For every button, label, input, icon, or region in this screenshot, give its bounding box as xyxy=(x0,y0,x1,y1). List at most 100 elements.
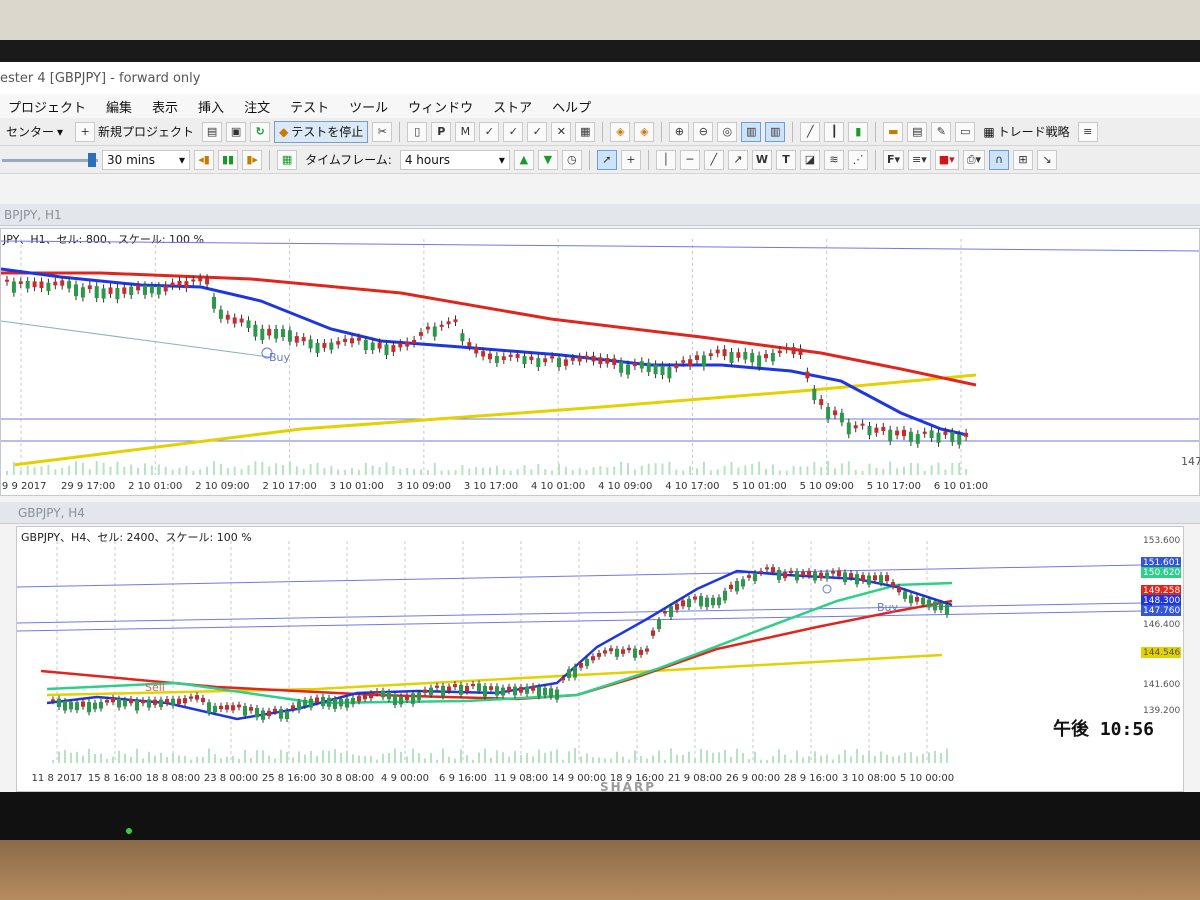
menu-order[interactable]: 注文 xyxy=(236,97,282,116)
separator xyxy=(792,121,794,142)
candle-body xyxy=(453,684,457,688)
cursor-icon[interactable]: ➚ xyxy=(596,149,617,170)
w-icon[interactable]: W xyxy=(751,149,772,170)
open-folder-icon[interactable]: ▤ xyxy=(202,121,223,142)
candle-body xyxy=(207,702,211,713)
candle-body xyxy=(881,426,886,432)
arrow-down-icon[interactable]: ▼ xyxy=(537,149,558,170)
line-style-icon[interactable]: ≡▾ xyxy=(908,149,931,170)
doc-check-icon[interactable]: ✓ xyxy=(479,121,500,142)
speed-slider[interactable] xyxy=(2,150,98,170)
trade-strategy-icon: ▦ xyxy=(983,124,995,139)
clock-icon[interactable]: ◷ xyxy=(561,149,582,170)
candle-body xyxy=(777,569,781,580)
menu-tools[interactable]: ツール xyxy=(341,97,400,116)
chart-area-h1[interactable]: JPY、H1、セル: 800、スケール: 100 % 29 9 201729 9… xyxy=(0,228,1200,496)
candle-mode-icon[interactable]: ▥ xyxy=(741,121,762,142)
doc-check-icon[interactable]: ✓ xyxy=(503,121,524,142)
candle-mode-icon[interactable]: ▥ xyxy=(765,121,786,142)
text-icon[interactable]: T xyxy=(775,149,796,170)
step-forward-icon[interactable]: ▮▸ xyxy=(242,149,263,170)
center-button[interactable]: センター ▾ xyxy=(2,121,67,143)
crosshair-icon[interactable]: + xyxy=(620,149,641,170)
chart-area-h4[interactable]: GBPJPY、H4、セル: 2400、スケール: 100 % 11 8 2017… xyxy=(16,526,1184,792)
horizontal-line-icon[interactable]: ─ xyxy=(679,149,700,170)
save-icon[interactable]: ▣ xyxy=(226,121,247,142)
bar-chart-icon[interactable]: ┃ xyxy=(824,121,845,142)
candle-body xyxy=(501,687,505,696)
pen-icon[interactable]: ✎ xyxy=(931,121,952,142)
arrow-up-icon[interactable]: ▲ xyxy=(513,149,534,170)
candle-body xyxy=(770,352,775,362)
zoom-in-icon[interactable]: ⊕ xyxy=(669,121,690,142)
color-icon[interactable]: ■▾ xyxy=(934,149,959,170)
page-icon[interactable]: ▯ xyxy=(407,121,428,142)
tool-icon[interactable]: ✂ xyxy=(372,121,393,142)
fibonacci-icon[interactable]: ≋ xyxy=(823,149,844,170)
menu-window[interactable]: ウィンドウ xyxy=(400,97,485,116)
candle-body xyxy=(267,328,272,336)
x-tick-label: 26 9 00:00 xyxy=(726,773,780,784)
trend-line-icon[interactable]: ╱ xyxy=(703,149,724,170)
menu-help[interactable]: ヘルプ xyxy=(544,97,603,116)
candle-body xyxy=(529,356,534,361)
print-icon[interactable]: ▭ xyxy=(955,121,976,142)
stop-test-button[interactable]: ◆ テストを停止 xyxy=(274,120,369,143)
candle-body xyxy=(549,688,553,697)
candles-icon[interactable]: ◈ xyxy=(634,121,655,142)
fib-fan-icon[interactable]: ⋰ xyxy=(847,149,868,170)
menu-view[interactable]: 表示 xyxy=(144,97,190,116)
vertical-line-icon[interactable]: │ xyxy=(655,149,676,170)
stamp-icon[interactable]: ⎙▾ xyxy=(962,149,986,170)
p-icon[interactable]: P xyxy=(431,121,452,142)
font-icon[interactable]: F▾ xyxy=(882,149,905,170)
list-icon[interactable]: ≡ xyxy=(1077,121,1098,142)
menu-test[interactable]: テスト xyxy=(282,97,341,116)
candle-body xyxy=(429,687,433,695)
x-tick-label: 2 10 01:00 xyxy=(128,481,182,492)
candles-icon[interactable]: ◈ xyxy=(610,121,631,142)
new-project-button[interactable]: + 新規プロジェクト xyxy=(71,121,198,143)
binoculars-icon[interactable]: ◎ xyxy=(717,121,738,142)
pause-icon[interactable]: ▮▮ xyxy=(218,149,239,170)
ruler-icon[interactable]: ↘ xyxy=(1037,149,1058,170)
doc-icon[interactable]: ▦ xyxy=(575,121,596,142)
menu-project[interactable]: プロジェクト xyxy=(0,97,98,116)
candle-body xyxy=(536,358,541,368)
ray-line-icon[interactable]: ↗ xyxy=(727,149,748,170)
refresh-icon[interactable]: ↻ xyxy=(250,121,271,142)
new-project-icon: + xyxy=(75,121,96,142)
doc-close-icon[interactable]: ✕ xyxy=(551,121,572,142)
candle-body xyxy=(667,367,672,379)
step-back-icon[interactable]: ◂▮ xyxy=(194,149,214,170)
m-icon[interactable]: M xyxy=(455,121,476,142)
x-tick-label: 5 10 09:00 xyxy=(800,481,854,492)
folder-icon[interactable]: ▤ xyxy=(907,121,928,142)
timeframe-select[interactable]: 4 hours ▾ xyxy=(399,149,510,170)
speed-select[interactable]: 30 mins ▾ xyxy=(102,149,190,170)
trade-strategy-button[interactable]: ▦ トレード戦略 xyxy=(979,121,1073,143)
menu-store[interactable]: ストア xyxy=(485,97,544,116)
x-tick-label: 3 10 08:00 xyxy=(842,773,896,784)
indicator-icon[interactable]: ▬ xyxy=(883,121,904,142)
candle-body xyxy=(639,649,643,655)
line-chart-icon[interactable]: ╱ xyxy=(800,121,821,142)
magnet-icon[interactable]: ∩ xyxy=(989,149,1010,170)
candle-body xyxy=(321,696,325,707)
chart-add-icon[interactable]: ▦ xyxy=(277,149,298,170)
candle-body xyxy=(508,354,513,357)
doc-check-icon[interactable]: ✓ xyxy=(527,121,548,142)
x-tick-label: 14 9 00:00 xyxy=(552,773,606,784)
step-icon[interactable]: ⊞ xyxy=(1013,149,1034,170)
stop-test-icon: ◆ xyxy=(279,124,289,139)
candle-body xyxy=(447,686,451,691)
menu-edit[interactable]: 編集 xyxy=(98,97,144,116)
speed-slider-thumb[interactable] xyxy=(88,152,96,167)
candle-body xyxy=(189,696,193,699)
label-icon[interactable]: ◪ xyxy=(799,149,820,170)
zoom-out-icon[interactable]: ⊖ xyxy=(693,121,714,142)
menu-insert[interactable]: 挿入 xyxy=(190,97,236,116)
candlestick-icon[interactable]: ▮ xyxy=(848,121,869,142)
trend-line xyxy=(1,320,270,358)
x-tick-label: 3 10 17:00 xyxy=(464,481,518,492)
